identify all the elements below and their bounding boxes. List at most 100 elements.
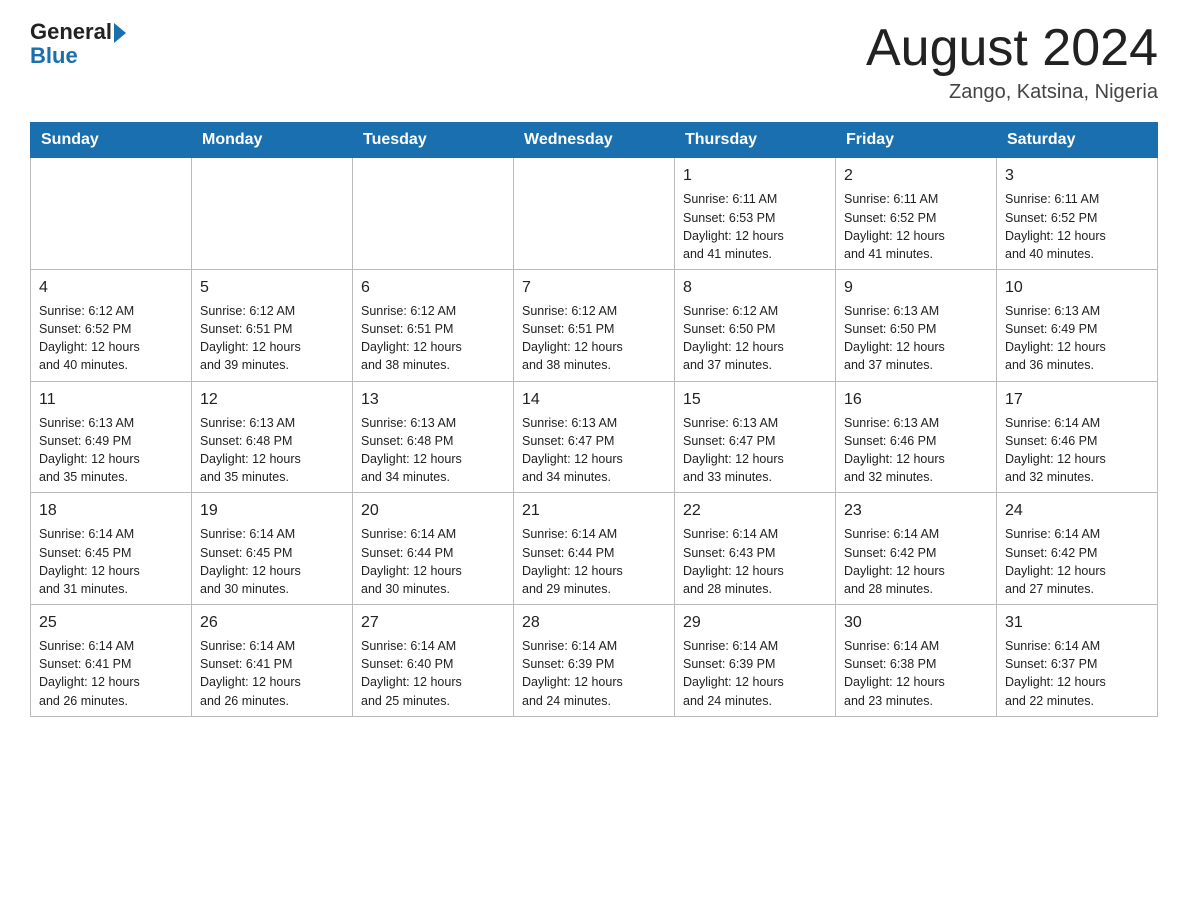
day-info: Sunrise: 6:14 AM Sunset: 6:43 PM Dayligh… — [683, 525, 827, 598]
calendar-cell: 30 Sunrise: 6:14 AM Sunset: 6:38 PM Dayli… — [836, 604, 997, 716]
day-info: Sunrise: 6:13 AM Sunset: 6:48 PM Dayligh… — [361, 414, 505, 487]
day-number: 28 — [522, 611, 666, 634]
day-number: 26 — [200, 611, 344, 634]
day-number: 17 — [1005, 388, 1149, 411]
day-info: Sunrise: 6:14 AM Sunset: 6:39 PM Dayligh… — [522, 637, 666, 710]
calendar-cell: 24 Sunrise: 6:14 AM Sunset: 6:42 PM Dayli… — [997, 493, 1158, 605]
day-info: Sunrise: 6:11 AM Sunset: 6:52 PM Dayligh… — [1005, 190, 1149, 263]
day-info: Sunrise: 6:14 AM Sunset: 6:38 PM Dayligh… — [844, 637, 988, 710]
day-info: Sunrise: 6:14 AM Sunset: 6:44 PM Dayligh… — [522, 525, 666, 598]
calendar-cell: 5 Sunrise: 6:12 AM Sunset: 6:51 PM Daylig… — [192, 269, 353, 381]
col-header-friday: Friday — [836, 123, 997, 158]
day-info: Sunrise: 6:12 AM Sunset: 6:51 PM Dayligh… — [200, 302, 344, 375]
day-number: 5 — [200, 276, 344, 299]
day-number: 12 — [200, 388, 344, 411]
logo-text-general: General — [30, 20, 112, 44]
calendar-cell — [353, 158, 514, 270]
logo-text-blue: Blue — [30, 44, 126, 68]
day-number: 2 — [844, 164, 988, 187]
day-number: 10 — [1005, 276, 1149, 299]
day-number: 9 — [844, 276, 988, 299]
day-info: Sunrise: 6:13 AM Sunset: 6:47 PM Dayligh… — [683, 414, 827, 487]
calendar-cell — [514, 158, 675, 270]
day-info: Sunrise: 6:13 AM Sunset: 6:50 PM Dayligh… — [844, 302, 988, 375]
day-number: 18 — [39, 499, 183, 522]
day-number: 20 — [361, 499, 505, 522]
day-info: Sunrise: 6:12 AM Sunset: 6:51 PM Dayligh… — [361, 302, 505, 375]
calendar-cell: 20 Sunrise: 6:14 AM Sunset: 6:44 PM Dayli… — [353, 493, 514, 605]
calendar-week-row: 4Sunrise: 6:12 AM Sunset: 6:52 PM Daylig… — [31, 269, 1158, 381]
calendar-week-row: 25 Sunrise: 6:14 AM Sunset: 6:41 PM Dayli… — [31, 604, 1158, 716]
calendar-cell: 29 Sunrise: 6:14 AM Sunset: 6:39 PM Dayli… — [675, 604, 836, 716]
day-number: 30 — [844, 611, 988, 634]
page-header: General Blue August 2024 Zango, Katsina,… — [30, 20, 1158, 104]
calendar-cell: 7 Sunrise: 6:12 AM Sunset: 6:51 PM Daylig… — [514, 269, 675, 381]
day-info: Sunrise: 6:14 AM Sunset: 6:45 PM Dayligh… — [39, 525, 183, 598]
day-info: Sunrise: 6:14 AM Sunset: 6:41 PM Dayligh… — [39, 637, 183, 710]
calendar-cell: 8Sunrise: 6:12 AM Sunset: 6:50 PM Daylig… — [675, 269, 836, 381]
calendar-week-row: 11Sunrise: 6:13 AM Sunset: 6:49 PM Dayli… — [31, 381, 1158, 493]
day-info: Sunrise: 6:14 AM Sunset: 6:46 PM Dayligh… — [1005, 414, 1149, 487]
day-info: Sunrise: 6:13 AM Sunset: 6:49 PM Dayligh… — [1005, 302, 1149, 375]
day-number: 4 — [39, 276, 183, 299]
day-number: 25 — [39, 611, 183, 634]
day-number: 27 — [361, 611, 505, 634]
calendar-cell: 31Sunrise: 6:14 AM Sunset: 6:37 PM Dayli… — [997, 604, 1158, 716]
calendar-cell: 12Sunrise: 6:13 AM Sunset: 6:48 PM Dayli… — [192, 381, 353, 493]
calendar-table: SundayMondayTuesdayWednesdayThursdayFrid… — [30, 122, 1158, 716]
calendar-header-row: SundayMondayTuesdayWednesdayThursdayFrid… — [31, 123, 1158, 158]
calendar-cell: 17 Sunrise: 6:14 AM Sunset: 6:46 PM Dayli… — [997, 381, 1158, 493]
day-info: Sunrise: 6:14 AM Sunset: 6:39 PM Dayligh… — [683, 637, 827, 710]
day-number: 13 — [361, 388, 505, 411]
day-number: 24 — [1005, 499, 1149, 522]
calendar-cell: 22Sunrise: 6:14 AM Sunset: 6:43 PM Dayli… — [675, 493, 836, 605]
day-number: 16 — [844, 388, 988, 411]
calendar-cell: 25 Sunrise: 6:14 AM Sunset: 6:41 PM Dayli… — [31, 604, 192, 716]
day-number: 15 — [683, 388, 827, 411]
calendar-cell: 1Sunrise: 6:11 AM Sunset: 6:53 PM Daylig… — [675, 158, 836, 270]
day-info: Sunrise: 6:14 AM Sunset: 6:44 PM Dayligh… — [361, 525, 505, 598]
calendar-cell: 10 Sunrise: 6:13 AM Sunset: 6:49 PM Dayli… — [997, 269, 1158, 381]
col-header-tuesday: Tuesday — [353, 123, 514, 158]
day-info: Sunrise: 6:14 AM Sunset: 6:40 PM Dayligh… — [361, 637, 505, 710]
day-info: Sunrise: 6:13 AM Sunset: 6:47 PM Dayligh… — [522, 414, 666, 487]
col-header-wednesday: Wednesday — [514, 123, 675, 158]
day-number: 8 — [683, 276, 827, 299]
day-info: Sunrise: 6:12 AM Sunset: 6:51 PM Dayligh… — [522, 302, 666, 375]
day-info: Sunrise: 6:11 AM Sunset: 6:52 PM Dayligh… — [844, 190, 988, 263]
calendar-cell: 11Sunrise: 6:13 AM Sunset: 6:49 PM Dayli… — [31, 381, 192, 493]
calendar-cell: 18 Sunrise: 6:14 AM Sunset: 6:45 PM Dayli… — [31, 493, 192, 605]
calendar-cell: 19Sunrise: 6:14 AM Sunset: 6:45 PM Dayli… — [192, 493, 353, 605]
calendar-cell: 6Sunrise: 6:12 AM Sunset: 6:51 PM Daylig… — [353, 269, 514, 381]
calendar-cell: 4Sunrise: 6:12 AM Sunset: 6:52 PM Daylig… — [31, 269, 192, 381]
col-header-thursday: Thursday — [675, 123, 836, 158]
calendar-cell: 16 Sunrise: 6:13 AM Sunset: 6:46 PM Dayli… — [836, 381, 997, 493]
calendar-cell: 2 Sunrise: 6:11 AM Sunset: 6:52 PM Daylig… — [836, 158, 997, 270]
calendar-cell: 13 Sunrise: 6:13 AM Sunset: 6:48 PM Dayli… — [353, 381, 514, 493]
day-number: 29 — [683, 611, 827, 634]
calendar-cell — [31, 158, 192, 270]
title-block: August 2024 Zango, Katsina, Nigeria — [866, 20, 1158, 104]
day-number: 21 — [522, 499, 666, 522]
calendar-cell: 28 Sunrise: 6:14 AM Sunset: 6:39 PM Dayli… — [514, 604, 675, 716]
calendar-cell: 9 Sunrise: 6:13 AM Sunset: 6:50 PM Daylig… — [836, 269, 997, 381]
calendar-week-row: 1Sunrise: 6:11 AM Sunset: 6:53 PM Daylig… — [31, 158, 1158, 270]
day-number: 23 — [844, 499, 988, 522]
day-number: 11 — [39, 388, 183, 411]
day-number: 1 — [683, 164, 827, 187]
calendar-cell — [192, 158, 353, 270]
day-info: Sunrise: 6:14 AM Sunset: 6:42 PM Dayligh… — [1005, 525, 1149, 598]
day-number: 3 — [1005, 164, 1149, 187]
day-info: Sunrise: 6:14 AM Sunset: 6:45 PM Dayligh… — [200, 525, 344, 598]
day-number: 14 — [522, 388, 666, 411]
location-text: Zango, Katsina, Nigeria — [866, 81, 1158, 104]
day-number: 7 — [522, 276, 666, 299]
month-title: August 2024 — [866, 20, 1158, 77]
calendar-week-row: 18 Sunrise: 6:14 AM Sunset: 6:45 PM Dayli… — [31, 493, 1158, 605]
col-header-monday: Monday — [192, 123, 353, 158]
day-number: 31 — [1005, 611, 1149, 634]
col-header-saturday: Saturday — [997, 123, 1158, 158]
calendar-cell: 26 Sunrise: 6:14 AM Sunset: 6:41 PM Dayli… — [192, 604, 353, 716]
day-info: Sunrise: 6:13 AM Sunset: 6:46 PM Dayligh… — [844, 414, 988, 487]
day-info: Sunrise: 6:14 AM Sunset: 6:41 PM Dayligh… — [200, 637, 344, 710]
